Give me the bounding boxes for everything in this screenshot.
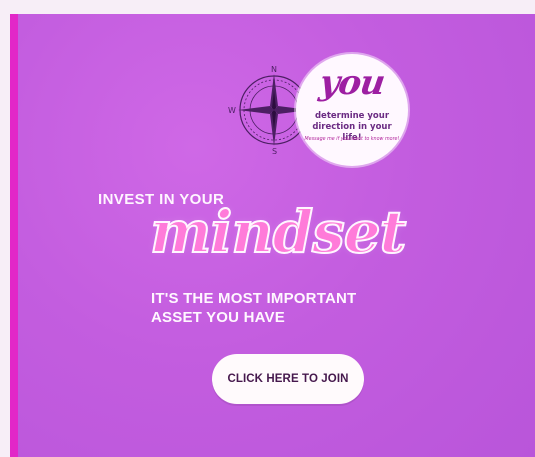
subheadline-line1: IT'S THE MOST IMPORTANT bbox=[151, 290, 357, 307]
you-tiny-note: Message me if you want to know more! bbox=[304, 137, 400, 142]
you-word: you bbox=[317, 63, 387, 103]
compass-n: N bbox=[271, 65, 277, 74]
you-subtitle-line1: determine your bbox=[314, 111, 390, 121]
headline-mindset: mindset bbox=[149, 198, 407, 266]
join-button[interactable]: CLICK HERE TO JOIN bbox=[212, 354, 364, 404]
accent-stripe bbox=[10, 14, 18, 457]
promo-banner: N S W you determine your direction in yo… bbox=[10, 14, 535, 457]
compass-s: S bbox=[272, 147, 277, 156]
subheadline-line2: ASSET YOU HAVE bbox=[151, 309, 285, 326]
subheadline: IT'S THE MOST IMPORTANT ASSET YOU HAVE bbox=[151, 289, 356, 327]
you-circle: you determine your direction in your lif… bbox=[296, 54, 408, 166]
compass-w: W bbox=[228, 106, 236, 115]
